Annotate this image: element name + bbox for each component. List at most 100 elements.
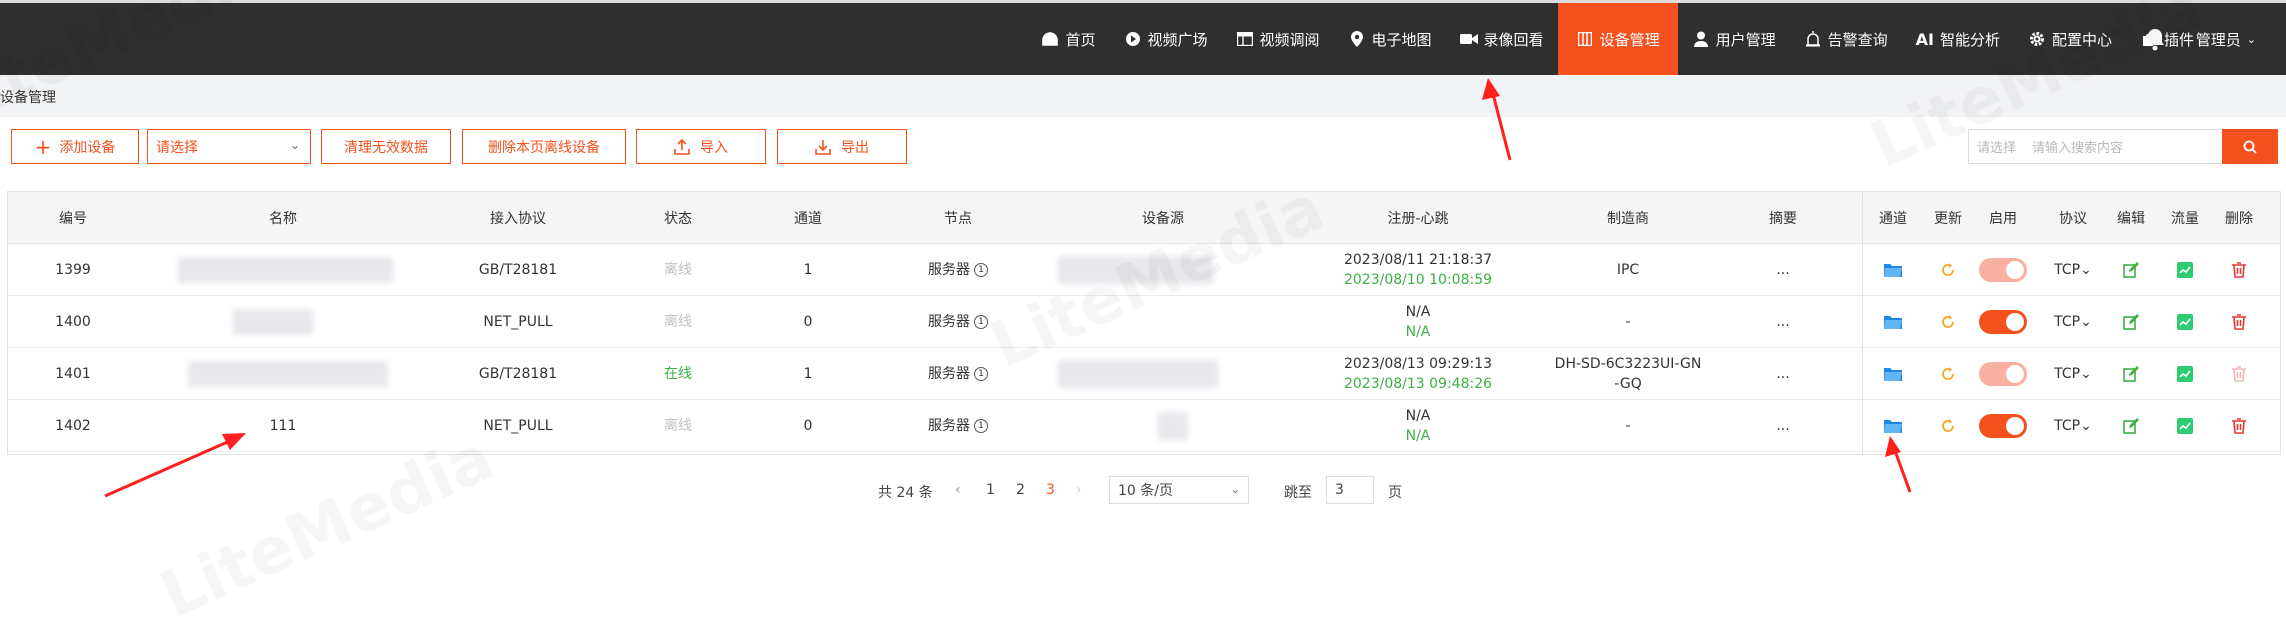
nav-item-user-management[interactable]: 用户管理 bbox=[1678, 3, 1790, 75]
col-summary: 摘要 bbox=[1769, 211, 1797, 227]
nav-item-device-management[interactable]: 设备管理 bbox=[1557, 3, 1678, 75]
refresh-icon[interactable] bbox=[1923, 296, 1973, 348]
traffic-chart-icon[interactable] bbox=[2160, 244, 2210, 296]
chevron-down-icon: ⌄ bbox=[2080, 314, 2092, 330]
traffic-chart-icon[interactable] bbox=[2160, 400, 2210, 452]
protocol-select[interactable]: TCP ⌄ bbox=[2048, 348, 2098, 400]
delete-icon[interactable] bbox=[2214, 400, 2264, 452]
search-input[interactable]: 请输入搜索内容 bbox=[2032, 137, 2123, 156]
search-button[interactable] bbox=[2222, 129, 2278, 164]
import-button[interactable]: 导入 bbox=[636, 129, 766, 164]
toggle-switch[interactable] bbox=[1979, 310, 2027, 334]
chevron-down-icon: ⌄ bbox=[2080, 262, 2092, 278]
page-size-select[interactable]: 10 条/页 ⌄ bbox=[1109, 476, 1249, 504]
delete-icon[interactable] bbox=[2214, 244, 2264, 296]
redacted-name bbox=[233, 309, 313, 335]
nav-item-label: 首页 bbox=[1065, 30, 1096, 49]
delete-offline-button[interactable]: 删除本页离线设备 bbox=[462, 129, 626, 164]
info-icon[interactable]: 1 bbox=[974, 263, 988, 277]
nav-item-home[interactable]: 首页 bbox=[1027, 3, 1109, 75]
cell-summary[interactable]: ... bbox=[1733, 296, 1833, 348]
heartbeat-time: N/A bbox=[1405, 428, 1431, 444]
toggle-knob bbox=[2006, 365, 2024, 383]
refresh-icon[interactable] bbox=[1923, 400, 1973, 452]
cell-maker: - bbox=[1625, 418, 1631, 434]
clean-invalid-label: 清理无效数据 bbox=[344, 139, 428, 156]
info-icon[interactable]: 1 bbox=[974, 367, 988, 381]
node-label: 服务器 bbox=[928, 262, 970, 278]
edit-icon[interactable] bbox=[2106, 244, 2156, 296]
folder-icon[interactable] bbox=[1868, 400, 1918, 452]
chevron-down-icon: ⌄ bbox=[2246, 32, 2256, 46]
protocol-select[interactable]: TCP ⌄ bbox=[2048, 244, 2098, 296]
nav-item-map[interactable]: 电子地图 bbox=[1334, 3, 1446, 75]
enable-toggle[interactable] bbox=[1978, 400, 2028, 452]
enable-toggle[interactable] bbox=[1978, 296, 2028, 348]
nav-item-alarm[interactable]: 告警查询 bbox=[1790, 3, 1902, 75]
protocol-select[interactable]: TCP ⌄ bbox=[2048, 400, 2098, 452]
info-icon[interactable]: 1 bbox=[974, 419, 988, 433]
toggle-knob bbox=[2006, 313, 2024, 331]
toggle-knob bbox=[2006, 417, 2024, 435]
toggle-switch[interactable] bbox=[1979, 258, 2027, 282]
delete-icon[interactable] bbox=[2214, 296, 2264, 348]
col-maker: 制造商 bbox=[1607, 211, 1649, 227]
col-enable: 启用 bbox=[1989, 211, 2017, 227]
cell-source bbox=[1038, 400, 1288, 452]
nav-item-video-view[interactable]: 视频调阅 bbox=[1222, 3, 1334, 75]
page-1[interactable]: 1 bbox=[986, 482, 995, 498]
cell-register: N/A N/A bbox=[1318, 296, 1518, 348]
protocol-select[interactable]: TCP ⌄ bbox=[2048, 296, 2098, 348]
edit-icon[interactable] bbox=[2106, 348, 2156, 400]
node-label: 服务器 bbox=[928, 314, 970, 330]
page-3[interactable]: 3 bbox=[1046, 482, 1055, 498]
traffic-chart-icon[interactable] bbox=[2160, 296, 2210, 348]
col-delete: 删除 bbox=[2225, 211, 2253, 227]
filter-select[interactable]: 请选择 ⌄ bbox=[147, 129, 311, 164]
toggle-switch[interactable] bbox=[1979, 362, 2027, 386]
enable-toggle[interactable] bbox=[1978, 348, 2028, 400]
prev-page-button[interactable]: ‹ bbox=[955, 482, 961, 498]
folder-icon[interactable] bbox=[1868, 244, 1918, 296]
alarm-icon bbox=[1804, 30, 1822, 48]
table-row: 1402 111 NET_PULL 离线 0 服务器 1 N/A N/A - ..… bbox=[8, 400, 2280, 452]
table-row: 1401 GB/T28181 在线 1 服务器 1 2023/08/13 09:2… bbox=[8, 348, 2280, 400]
cell-summary[interactable]: ... bbox=[1733, 400, 1833, 452]
enable-toggle[interactable] bbox=[1978, 244, 2028, 296]
nav-item-video-plaza[interactable]: 视频广场 bbox=[1110, 3, 1222, 75]
cell-id: 1399 bbox=[55, 262, 91, 278]
edit-icon[interactable] bbox=[2106, 400, 2156, 452]
refresh-icon[interactable] bbox=[1923, 348, 1973, 400]
download-icon bbox=[815, 139, 831, 155]
cell-summary[interactable]: ... bbox=[1733, 244, 1833, 296]
device-icon bbox=[1576, 30, 1594, 48]
protocol-value: TCP bbox=[2054, 262, 2081, 278]
chevron-down-icon: ⌄ bbox=[2080, 418, 2092, 434]
clean-invalid-button[interactable]: 清理无效数据 bbox=[321, 129, 451, 164]
next-page-button[interactable]: › bbox=[1076, 482, 1082, 498]
chevron-down-icon: ⌄ bbox=[289, 138, 300, 152]
nav-item-label: 设备管理 bbox=[1599, 30, 1660, 49]
status-badge: 离线 bbox=[664, 418, 692, 434]
col-update: 更新 bbox=[1934, 211, 1962, 227]
page-size-value: 10 条/页 bbox=[1118, 483, 1173, 499]
page-2[interactable]: 2 bbox=[1016, 482, 1025, 498]
cell-summary[interactable]: ... bbox=[1733, 348, 1833, 400]
add-device-label: 添加设备 bbox=[59, 139, 116, 156]
video-camera-icon bbox=[1459, 30, 1478, 48]
export-button[interactable]: 导出 bbox=[777, 129, 907, 164]
traffic-chart-icon[interactable] bbox=[2160, 348, 2210, 400]
col-id: 编号 bbox=[59, 211, 87, 227]
delete-icon[interactable] bbox=[2214, 348, 2264, 400]
cell-protocol: GB/T28181 bbox=[478, 366, 558, 382]
toggle-switch[interactable] bbox=[1979, 414, 2027, 438]
nav-item-playback[interactable]: 录像回看 bbox=[1446, 3, 1558, 75]
refresh-icon[interactable] bbox=[1923, 244, 1973, 296]
edit-icon[interactable] bbox=[2106, 296, 2156, 348]
add-device-button[interactable]: + 添加设备 bbox=[11, 129, 139, 164]
nav-item-label: 用户管理 bbox=[1715, 30, 1776, 49]
delete-offline-label: 删除本页离线设备 bbox=[488, 139, 600, 156]
folder-icon[interactable] bbox=[1868, 296, 1918, 348]
jump-page-input[interactable]: 3 bbox=[1326, 476, 1374, 504]
folder-icon[interactable] bbox=[1868, 348, 1918, 400]
